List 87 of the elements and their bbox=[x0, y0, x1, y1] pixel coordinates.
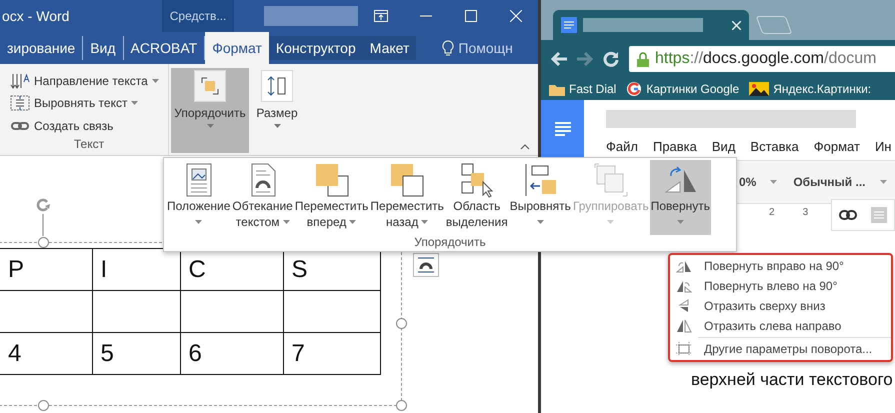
ribbon-button[interactable]: Создать связь bbox=[10, 114, 168, 137]
resize-handle[interactable] bbox=[396, 318, 407, 329]
arrange-icon bbox=[194, 70, 226, 102]
caret-icon bbox=[274, 124, 280, 128]
rotation-options-icon bbox=[676, 342, 692, 356]
table-cell: 4 bbox=[0, 332, 92, 374]
menu-item[interactable]: Другие параметры поворота... bbox=[670, 339, 891, 359]
docs-logo[interactable] bbox=[541, 100, 584, 157]
menu-item[interactable]: Вид bbox=[712, 139, 736, 154]
ribbon-display-icon bbox=[374, 10, 388, 22]
table-cell: P bbox=[0, 248, 92, 290]
arrange-button[interactable]: Выровнять bbox=[508, 160, 572, 235]
table-cell: 5 bbox=[92, 332, 180, 374]
collapse-ribbon-icon[interactable] bbox=[520, 144, 530, 150]
lock-icon bbox=[637, 52, 649, 66]
google-logo-icon bbox=[626, 81, 642, 97]
menu-item[interactable]: Отразить слева направо bbox=[670, 316, 891, 336]
address-field[interactable]: https://docs.google.com/docum bbox=[629, 46, 895, 72]
close-icon bbox=[510, 10, 522, 22]
ribbon-tab[interactable]: Вид bbox=[83, 36, 124, 60]
picture-icon bbox=[749, 82, 770, 96]
bookmark-link[interactable]: Fast Dial bbox=[549, 82, 616, 96]
group-label: Текст bbox=[72, 137, 106, 153]
rotation-handle-icon[interactable] bbox=[35, 196, 51, 236]
menu-item[interactable]: Ин bbox=[874, 139, 892, 154]
menu-item[interactable]: Файл bbox=[606, 139, 638, 154]
lightbulb-icon bbox=[442, 40, 454, 56]
close-icon[interactable] bbox=[732, 20, 741, 30]
bring-forward-icon bbox=[314, 162, 350, 198]
selection-pane-icon bbox=[458, 162, 495, 198]
menu-item[interactable]: Вставка bbox=[750, 139, 799, 154]
caret-icon bbox=[206, 124, 214, 128]
ruler-number: 3 bbox=[802, 206, 808, 218]
ribbon-button[interactable]: Выровнять текст bbox=[10, 92, 168, 115]
window-title: ocx - Word bbox=[1, 8, 70, 24]
table-cell: 7 bbox=[283, 332, 380, 374]
menu-item[interactable]: Повернуть влево на 90° bbox=[670, 276, 891, 296]
browser-tab[interactable] bbox=[553, 10, 749, 40]
ribbon-tab[interactable]: Формат bbox=[205, 32, 269, 64]
tell-me-button[interactable]: Помощн bbox=[436, 32, 519, 64]
style-dropdown[interactable]: Обычный ... bbox=[789, 175, 891, 189]
link-icon[interactable] bbox=[839, 210, 857, 220]
reload-icon[interactable] bbox=[603, 51, 619, 67]
resize-handle[interactable] bbox=[38, 400, 49, 411]
ribbon-tab[interactable]: зирование bbox=[0, 36, 84, 60]
document-icon bbox=[561, 17, 577, 33]
ribbon-tab[interactable]: Конструктор bbox=[268, 36, 363, 60]
rotate-right-icon bbox=[676, 259, 692, 273]
bookmark-link[interactable]: Яндекс.Картинки: bbox=[749, 82, 872, 96]
ribbon-button[interactable]: Упорядочить bbox=[171, 68, 249, 153]
group-objects-icon bbox=[592, 162, 629, 198]
menu-item[interactable]: Правка bbox=[652, 139, 697, 154]
ribbon-button[interactable]: Размер bbox=[253, 68, 301, 153]
contextual-tab-group: Средств... bbox=[162, 0, 234, 32]
caret-icon bbox=[770, 180, 778, 184]
arrange-button[interactable]: Обтекание текстом bbox=[231, 160, 294, 235]
forward-arrow-icon[interactable] bbox=[577, 52, 593, 66]
arrange-button[interactable]: Повернуть bbox=[650, 160, 712, 235]
minimize-icon bbox=[420, 15, 432, 17]
table-cell: 6 bbox=[180, 332, 283, 374]
bookmark-link[interactable]: Картинки Google bbox=[626, 81, 740, 97]
text-direction-icon bbox=[10, 73, 30, 90]
ribbon-button[interactable]: Направление текста bbox=[10, 70, 168, 92]
size-icon bbox=[261, 70, 293, 102]
back-arrow-icon[interactable] bbox=[551, 52, 567, 66]
arrange-button[interactable]: Переместить вперед bbox=[294, 160, 370, 235]
body-text: верхней части текстового bbox=[691, 370, 893, 390]
menu-item[interactable]: Формат bbox=[814, 139, 860, 154]
arrange-button[interactable]: Положение bbox=[166, 160, 232, 235]
ruler-number: 2 bbox=[769, 206, 775, 218]
rotate-left-icon bbox=[676, 279, 692, 293]
align-text-icon bbox=[10, 95, 30, 112]
ribbon-tab[interactable]: Макет bbox=[362, 36, 416, 60]
menu-item[interactable]: Отразить сверху вниз bbox=[670, 296, 891, 316]
group-label: Упорядочить bbox=[413, 235, 487, 249]
resize-handle[interactable] bbox=[396, 400, 407, 411]
arrange-button[interactable]: Область выделения bbox=[444, 160, 509, 235]
folder-icon bbox=[549, 82, 565, 96]
menu-item[interactable]: Повернуть вправо на 90° bbox=[670, 256, 891, 276]
zoom-dropdown[interactable]: 0% bbox=[735, 175, 782, 189]
send-backward-icon bbox=[389, 162, 426, 198]
flip-horizontal-icon bbox=[676, 319, 692, 333]
caret-icon bbox=[880, 180, 887, 184]
arrange-button[interactable]: Переместить назад bbox=[369, 160, 445, 235]
layout-options-icon[interactable] bbox=[413, 253, 439, 277]
maximize-icon bbox=[464, 10, 476, 22]
resize-handle[interactable] bbox=[38, 237, 49, 248]
